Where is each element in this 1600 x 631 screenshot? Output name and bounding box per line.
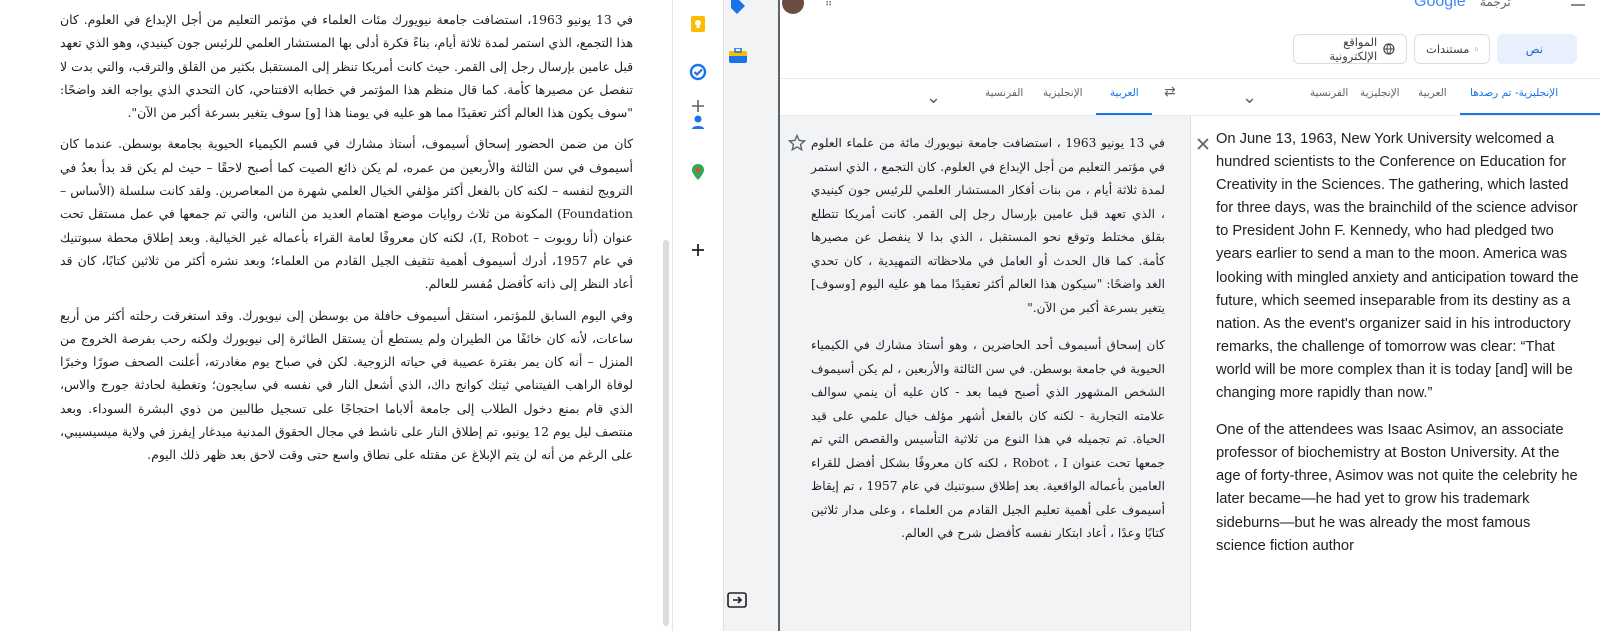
briefcase-icon[interactable] bbox=[728, 47, 748, 64]
translated-paragraph: كان إسحاق أسيموف أحد الحاضرين ، وهو أستا… bbox=[811, 338, 1165, 540]
side-panel bbox=[673, 0, 723, 631]
documents-tab-button[interactable]: مستندات bbox=[1414, 34, 1490, 64]
document-icon bbox=[1475, 47, 1478, 51]
close-icon[interactable] bbox=[1195, 136, 1211, 152]
avatar[interactable] bbox=[782, 0, 804, 14]
source-lang-tab[interactable]: العربية bbox=[1418, 87, 1447, 99]
translation-type-bar: 文A نص مستندات المواقع الإلكترونية bbox=[780, 22, 1600, 79]
selected-tab-indicator bbox=[1096, 113, 1152, 115]
translate-header: ⠿ Google ترجمة bbox=[780, 0, 1600, 22]
maps-icon[interactable] bbox=[688, 162, 708, 182]
translation-output-panel: في 13 يونيو 1963 ، استضافت جامعة نيويورك… bbox=[780, 116, 1191, 631]
selected-tab-indicator bbox=[1460, 113, 1600, 115]
document-page: في 13 يونيو 1963، استضافت جامعة نيويورك … bbox=[0, 0, 658, 631]
target-lang-selected-tab[interactable]: العربية bbox=[1110, 87, 1139, 99]
source-lang-tab[interactable]: الإنجليزية bbox=[1360, 87, 1400, 99]
target-lang-tab[interactable]: الإنجليزية bbox=[1043, 87, 1083, 99]
translated-text[interactable]: في 13 يونيو 1963 ، استضافت جامعة نيويورك… bbox=[811, 132, 1165, 560]
translated-paragraph: في 13 يونيو 1963 ، استضافت جامعة نيويورك… bbox=[811, 136, 1165, 315]
source-lang-tab[interactable]: الفرنسية bbox=[1310, 87, 1348, 99]
chevron-down-icon[interactable]: ⌄ bbox=[926, 87, 941, 108]
apps-icon[interactable]: ⠿ bbox=[825, 0, 832, 9]
source-text[interactable]: On June 13, 1963, New York University we… bbox=[1216, 128, 1581, 572]
documents-tab-label: مستندات bbox=[1426, 42, 1470, 56]
globe-icon bbox=[1383, 43, 1395, 55]
chevron-down-icon[interactable]: ⌄ bbox=[1242, 87, 1257, 108]
google-logo: Google bbox=[1414, 0, 1466, 10]
source-paragraph: On June 13, 1963, New York University we… bbox=[1216, 131, 1579, 402]
menu-icon[interactable] bbox=[1570, 0, 1586, 6]
swap-languages-icon[interactable]: ⇄ bbox=[1164, 84, 1176, 100]
document-paragraph: كان من ضمن الحضور إسحاق أسيموف، أستاذ مش… bbox=[60, 136, 633, 292]
text-tab-label: نص bbox=[1525, 42, 1543, 56]
brand-prefix: ترجمة bbox=[1480, 0, 1511, 9]
language-bar: ⌄ الفرنسية الإنجليزية العربية الإنجليزية… bbox=[780, 79, 1600, 116]
text-tab-button[interactable]: 文A نص bbox=[1497, 34, 1577, 64]
keep-icon[interactable] bbox=[688, 14, 708, 34]
source-lang-detected-tab[interactable]: الإنجليزية- تم رصدها bbox=[1470, 87, 1558, 99]
document-paragraph: وفي اليوم السابق للمؤتمر، استقل أسيموف ح… bbox=[60, 307, 633, 463]
side-rail bbox=[724, 0, 779, 631]
tag-icon[interactable] bbox=[728, 0, 748, 18]
websites-tab-label: المواقع الإلكترونية bbox=[1329, 35, 1378, 63]
translate-icon: 文A bbox=[1549, 42, 1550, 56]
target-lang-tab[interactable]: الفرنسية bbox=[985, 87, 1023, 99]
document-paragraph: في 13 يونيو 1963، استضافت جامعة نيويورك … bbox=[60, 12, 633, 121]
document-scrollbar[interactable] bbox=[663, 240, 669, 626]
add-icon[interactable] bbox=[688, 240, 708, 260]
star-icon[interactable] bbox=[787, 133, 807, 152]
document-body: في 13 يونيو 1963، استضافت جامعة نيويورك … bbox=[60, 8, 633, 475]
websites-tab-button[interactable]: المواقع الإلكترونية bbox=[1293, 34, 1407, 64]
translate-window: ⠿ Google ترجمة 文A نص مستندات المواقع الإ… bbox=[780, 0, 1600, 631]
contacts-icon[interactable] bbox=[688, 112, 708, 132]
source-input-panel[interactable]: On June 13, 1963, New York University we… bbox=[1191, 116, 1600, 631]
source-paragraph: One of the attendees was Isaac Asimov, a… bbox=[1216, 422, 1578, 554]
hide-panel-icon[interactable] bbox=[726, 590, 748, 610]
tasks-icon[interactable] bbox=[688, 62, 708, 82]
